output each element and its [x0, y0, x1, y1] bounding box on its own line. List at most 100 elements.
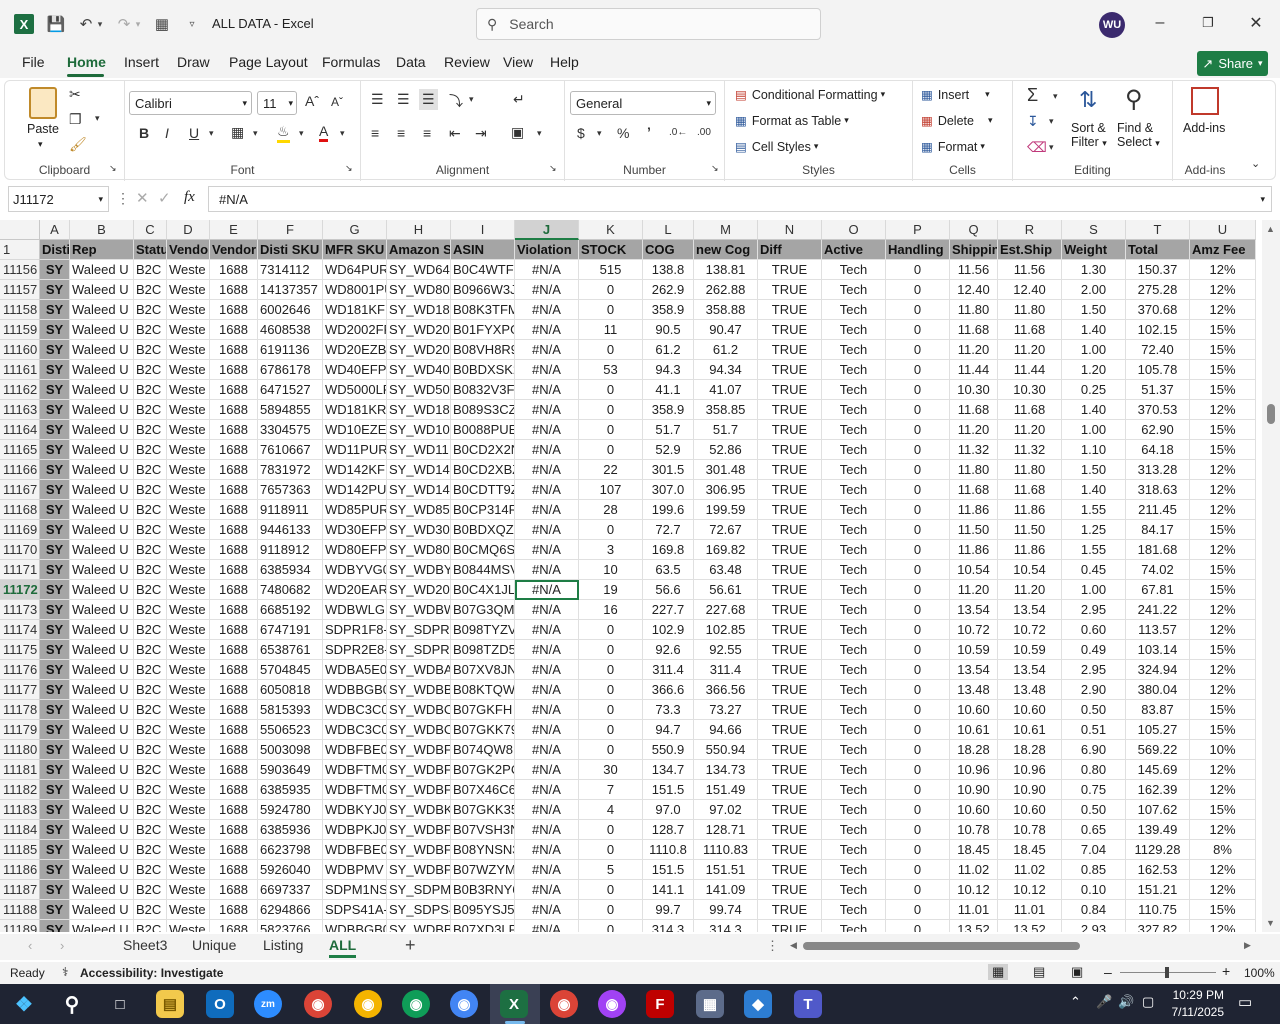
- table-cell[interactable]: Tech: [822, 300, 886, 320]
- scroll-up-icon[interactable]: ▲: [1266, 224, 1275, 234]
- table-cell[interactable]: #N/A: [515, 540, 579, 560]
- row-header[interactable]: 11156: [0, 260, 40, 280]
- table-cell[interactable]: 311.4: [694, 660, 758, 680]
- table-cell[interactable]: 1688: [210, 480, 258, 500]
- zoom-app-icon[interactable]: zm: [254, 990, 282, 1018]
- sort-filter-button[interactable]: Sort & Filter ▾: [1071, 121, 1107, 149]
- table-header-cell[interactable]: Disti SKU: [258, 240, 323, 260]
- table-cell[interactable]: Weste: [167, 840, 210, 860]
- table-cell[interactable]: 10.60: [998, 800, 1062, 820]
- table-cell[interactable]: B2C: [134, 820, 167, 840]
- table-cell[interactable]: 10.60: [998, 700, 1062, 720]
- table-cell[interactable]: 12%: [1190, 500, 1256, 520]
- distributor-cell[interactable]: SY: [40, 320, 70, 340]
- table-cell[interactable]: 62.90: [1126, 420, 1190, 440]
- table-cell[interactable]: 1688: [210, 540, 258, 560]
- table-cell[interactable]: B0C4WTF5: [451, 260, 515, 280]
- table-cell[interactable]: B07GKFH: [451, 700, 515, 720]
- table-cell[interactable]: 10.72: [998, 620, 1062, 640]
- table-cell[interactable]: 1.00: [1062, 580, 1126, 600]
- table-cell[interactable]: 73.3: [643, 700, 694, 720]
- table-cell[interactable]: TRUE: [758, 320, 822, 340]
- distributor-cell[interactable]: SY: [40, 380, 70, 400]
- table-cell[interactable]: #N/A: [515, 520, 579, 540]
- table-cell[interactable]: Waleed U: [70, 500, 134, 520]
- redo-dropdown-icon[interactable]: ▾: [133, 14, 143, 34]
- table-cell[interactable]: 0: [579, 920, 643, 932]
- currency-dropdown-icon[interactable]: ▾: [597, 128, 602, 139]
- column-header-j[interactable]: J: [515, 220, 579, 240]
- table-cell[interactable]: 199.6: [643, 500, 694, 520]
- table-cell[interactable]: 8%: [1190, 840, 1256, 860]
- table-cell[interactable]: 102.15: [1126, 320, 1190, 340]
- orientation-dropdown-icon[interactable]: ▾: [469, 94, 474, 105]
- tray-chevron-icon[interactable]: ⌃: [1070, 994, 1081, 1010]
- clear-icon[interactable]: ⌫: [1027, 139, 1047, 156]
- table-header-cell[interactable]: Violation: [515, 240, 579, 260]
- table-cell[interactable]: Waleed U: [70, 820, 134, 840]
- table-cell[interactable]: Tech: [822, 700, 886, 720]
- table-cell[interactable]: 2.95: [1062, 660, 1126, 680]
- table-cell[interactable]: 0: [886, 720, 950, 740]
- table-cell[interactable]: B0CDTT9Z: [451, 480, 515, 500]
- table-cell[interactable]: 11.50: [950, 520, 998, 540]
- fill-dropdown-icon[interactable]: ▾: [1049, 116, 1054, 127]
- table-cell[interactable]: 6471527: [258, 380, 323, 400]
- sheet-tab-all[interactable]: ALL: [329, 937, 357, 958]
- table-cell[interactable]: Tech: [822, 880, 886, 900]
- table-cell[interactable]: 1688: [210, 800, 258, 820]
- table-cell[interactable]: 102.9: [643, 620, 694, 640]
- table-cell[interactable]: WDBFTM0: [323, 760, 387, 780]
- table-cell[interactable]: 227.68: [694, 600, 758, 620]
- table-cell[interactable]: 16: [579, 600, 643, 620]
- table-cell[interactable]: SY_WD85: [387, 500, 451, 520]
- table-cell[interactable]: 52.86: [694, 440, 758, 460]
- table-cell[interactable]: 6385934: [258, 560, 323, 580]
- table-cell[interactable]: 1688: [210, 760, 258, 780]
- table-header-cell[interactable]: Rep: [70, 240, 134, 260]
- table-cell[interactable]: B2C: [134, 380, 167, 400]
- table-cell[interactable]: 15%: [1190, 700, 1256, 720]
- table-cell[interactable]: 110.75: [1126, 900, 1190, 920]
- table-cell[interactable]: #N/A: [515, 800, 579, 820]
- table-cell[interactable]: Tech: [822, 780, 886, 800]
- table-cell[interactable]: Tech: [822, 720, 886, 740]
- close-icon[interactable]: ✕: [1245, 12, 1267, 34]
- table-cell[interactable]: WD142PU: [323, 480, 387, 500]
- table-cell[interactable]: B0CP314R: [451, 500, 515, 520]
- distributor-cell[interactable]: SY: [40, 680, 70, 700]
- table-cell[interactable]: 1688: [210, 560, 258, 580]
- table-cell[interactable]: TRUE: [758, 720, 822, 740]
- table-cell[interactable]: SY_WDBC: [387, 700, 451, 720]
- zoom-out-icon[interactable]: –: [1104, 964, 1112, 980]
- table-cell[interactable]: 0: [579, 820, 643, 840]
- table-cell[interactable]: 0.65: [1062, 820, 1126, 840]
- table-cell[interactable]: Tech: [822, 800, 886, 820]
- table-cell[interactable]: 324.94: [1126, 660, 1190, 680]
- table-cell[interactable]: 103.14: [1126, 640, 1190, 660]
- addins-icon[interactable]: [1191, 87, 1219, 115]
- table-cell[interactable]: 0: [886, 560, 950, 580]
- table-cell[interactable]: 11.20: [998, 420, 1062, 440]
- table-cell[interactable]: 12%: [1190, 680, 1256, 700]
- table-cell[interactable]: 1688: [210, 440, 258, 460]
- table-cell[interactable]: 84.17: [1126, 520, 1190, 540]
- page-layout-view-icon[interactable]: ▤: [1033, 964, 1045, 980]
- distributor-cell[interactable]: SY: [40, 620, 70, 640]
- delete-cells-button[interactable]: ▦ Delete ▾: [921, 113, 992, 129]
- save-icon[interactable]: 💾: [46, 14, 66, 34]
- table-cell[interactable]: Waleed U: [70, 600, 134, 620]
- table-cell[interactable]: B2C: [134, 400, 167, 420]
- table-cell[interactable]: 19: [579, 580, 643, 600]
- dialog-launcher-icon[interactable]: ↘: [549, 163, 557, 174]
- column-header-c[interactable]: C: [134, 220, 167, 240]
- table-cell[interactable]: 15%: [1190, 720, 1256, 740]
- table-cell[interactable]: TRUE: [758, 700, 822, 720]
- table-cell[interactable]: 0.50: [1062, 800, 1126, 820]
- table-cell[interactable]: 6623798: [258, 840, 323, 860]
- dialog-launcher-icon[interactable]: ↘: [711, 163, 719, 174]
- table-cell[interactable]: 6747191: [258, 620, 323, 640]
- distributor-cell[interactable]: SY: [40, 480, 70, 500]
- tab-insert[interactable]: Insert: [124, 54, 159, 70]
- table-cell[interactable]: 12%: [1190, 300, 1256, 320]
